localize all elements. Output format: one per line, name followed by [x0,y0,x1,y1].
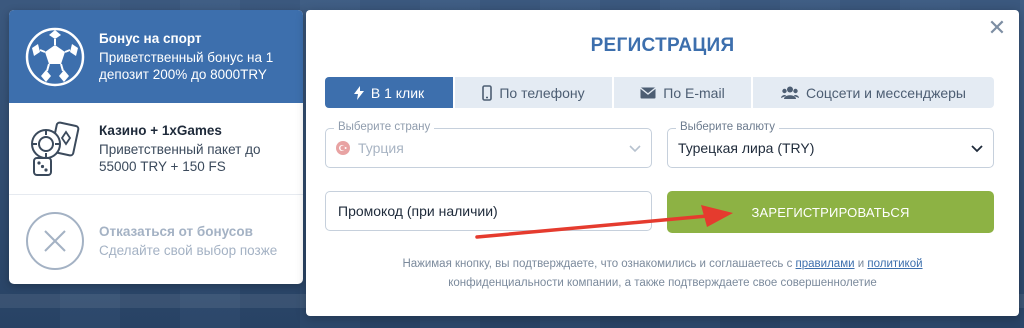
promo-code-input[interactable] [325,191,652,231]
terms-disclaimer: Нажимая кнопку, вы подтверждаете, что оз… [346,255,979,293]
bonus-description: Приветственный пакет до 55000 TRY + 150 … [99,141,261,174]
tab-label: В 1 клик [370,84,425,101]
registration-tabs: В 1 клик По телефону По E-mail Соцсети и… [325,77,994,108]
users-icon [780,86,799,99]
disclaimer-text: Нажимая кнопку, вы подтверждаете, что оз… [402,258,796,270]
soccer-ball-icon [23,25,87,89]
bonus-option-sport[interactable]: Бонус на спорт Приветственный бонус на 1… [9,10,303,103]
tab-email[interactable]: По E-mail [614,77,753,108]
lightning-icon [353,85,364,100]
bonus-title: Казино + 1xGames [99,122,222,138]
disclaimer-text: и [854,258,868,270]
chevron-down-icon [629,142,641,154]
tab-phone[interactable]: По телефону [455,77,614,108]
bonus-option-decline[interactable]: Отказаться от бонусов Сделайте свой выбо… [9,195,303,284]
currency-select[interactable]: Выберите валюту Турецкая лира (TRY) [667,121,994,168]
bonus-description: Сделайте свой выбор позже [99,242,278,258]
turkey-flag-icon [336,141,350,155]
tab-label: По телефону [499,84,585,101]
tab-one-click[interactable]: В 1 клик [325,77,455,108]
rules-link[interactable]: правилами [796,258,855,270]
envelope-icon [640,86,657,99]
bonus-panel: Бонус на спорт Приветственный бонус на 1… [9,10,303,284]
bonus-title: Отказаться от бонусов [99,223,253,239]
country-select[interactable]: Выберите страну Турция [325,121,652,168]
register-button[interactable]: ЗАРЕГИСТРИРОВАТЬСЯ [667,191,994,233]
decline-x-icon [23,209,87,273]
policy-link[interactable]: политикой [867,258,922,270]
tab-social[interactable]: Соцсети и мессенджеры [753,77,994,108]
casino-chips-icon [23,117,87,181]
tab-label: По E-mail [663,84,725,101]
chevron-down-icon [971,142,983,154]
disclaimer-text: конфиденциальности компании, а также под… [448,277,877,289]
modal-title: РЕГИСТРАЦИЯ [590,35,735,56]
phone-icon [482,84,493,101]
country-legend: Выберите страну [334,121,435,133]
currency-legend: Выберите валюту [676,121,779,133]
country-value: Турция [358,140,404,156]
bonus-option-casino[interactable]: Казино + 1xGames Приветственный пакет до… [9,103,303,195]
bonus-title: Бонус на спорт [99,30,202,46]
currency-value: Турецкая лира (TRY) [678,140,815,156]
tab-label: Соцсети и мессенджеры [805,84,966,101]
bonus-description: Приветственный бонус на 1 депозит 200% д… [99,49,274,82]
registration-modal: ✕ РЕГИСТРАЦИЯ В 1 клик По телефону По E-… [306,10,1019,316]
